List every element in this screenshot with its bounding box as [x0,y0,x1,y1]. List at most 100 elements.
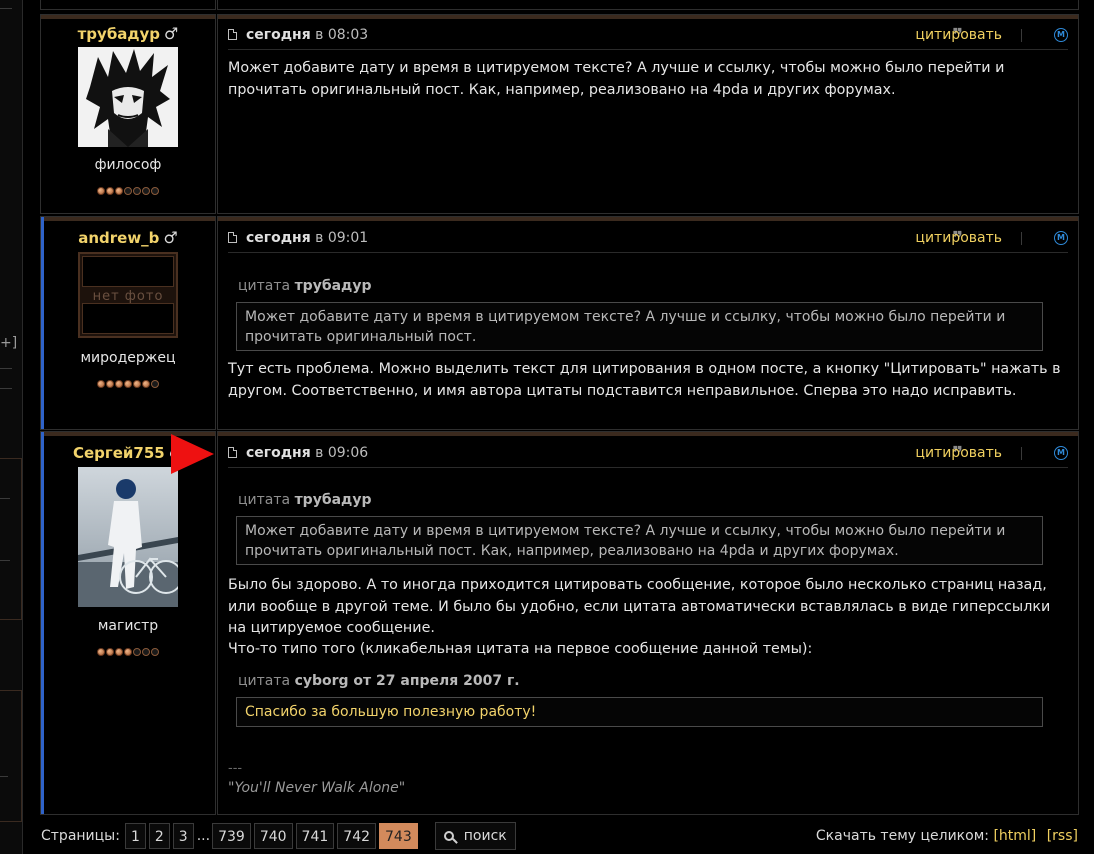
page-link-741[interactable]: 741 [295,823,335,849]
forum-post: andrew_b ♂ нет фото миродержец сегодня в … [40,216,1079,430]
quote-button[interactable]: цитировать [915,230,1002,246]
search-button[interactable]: поиск [434,822,516,850]
avatar[interactable] [78,47,178,147]
post-date-word: сегодня [246,230,311,246]
signature: "You'll Never Walk Alone" [228,780,406,796]
current-page: 743 [379,823,418,849]
rating-dot [106,648,114,656]
rating-dots [41,644,215,660]
no-photo-label: нет фото [92,289,164,304]
avatar-placeholder: нет фото [78,252,178,338]
quote-prefix: цитата [238,673,291,689]
search-label: поиск [463,828,507,844]
red-arrow-marker [171,434,214,474]
post-author-panel: трубадур ♂ философ [40,14,216,214]
rating-dot [124,648,132,656]
moderator-icon[interactable]: M [1054,446,1068,460]
rating-dot [124,187,132,195]
document-icon[interactable] [228,232,237,243]
post-body: сегодня в 09:06 ❞ цитировать M цитата тр… [217,431,1079,815]
rating-dot [142,648,150,656]
post-time: в 08:03 [315,27,369,43]
post-body: сегодня в 08:03 ❞ цитировать M Может доб… [217,14,1079,214]
sidebar-divider [0,8,12,9]
author-name-text: трубадур [77,25,161,43]
quote-button[interactable]: цитировать [915,445,1002,461]
page-link-2[interactable]: 2 [148,823,170,849]
rating-dot [142,187,150,195]
rating-dot [151,648,159,656]
post-time: в 09:01 [315,230,369,246]
author-rank: магистр [97,618,159,634]
quote-prefix: цитата [238,278,291,294]
post-text-continued: Что-то типо того (кликабельная цитата на… [228,641,813,657]
page-link-3[interactable]: 3 [172,823,194,849]
sidebar-divider [0,776,8,777]
page-link-740[interactable]: 740 [253,823,293,849]
quote-author: трубадур [294,278,372,294]
avatar[interactable] [78,467,178,607]
author-rank: философ [94,157,162,173]
quote-label[interactable]: цитата cyborg от 27 апреля 2007 г. [238,673,520,689]
post-date[interactable]: сегодня в 08:03 [246,27,368,43]
separator [1021,29,1022,42]
quote-button[interactable]: цитировать [915,27,1002,43]
sidebar-panel [0,458,22,620]
author-name[interactable]: трубадур ♂ [41,24,215,43]
sidebar-divider [0,368,12,369]
post-text: Может добавите дату и время в цитируемом… [228,60,1005,98]
download-html-link[interactable]: [html] [993,828,1036,844]
author-name-text: andrew_b [78,229,160,247]
rating-dot [106,187,114,195]
rating-dot [133,380,141,388]
rating-dot [97,187,105,195]
post-body: сегодня в 09:01 ❞ цитировать M цитата тр… [217,216,1079,430]
post-date[interactable]: сегодня в 09:06 [246,445,368,461]
moderator-icon[interactable]: M [1054,231,1068,245]
separator [1021,232,1022,245]
separator [1021,447,1022,460]
post-author-panel: andrew_b ♂ нет фото миродержец [40,216,216,430]
rating-dot [106,380,114,388]
moderator-icon[interactable]: M [1054,28,1068,42]
sidebar-expand-toggle[interactable]: +] [0,335,17,351]
page-link-1[interactable]: 1 [124,823,146,849]
quote-author-link[interactable]: cyborg от 27 апреля 2007 г. [295,673,520,689]
document-icon[interactable] [228,447,237,458]
post-header: сегодня в 08:03 ❞ цитировать M [228,23,1068,50]
quote-box: Может добавите дату и время в цитируемом… [236,516,1043,565]
signature-separator: --- [228,761,243,776]
post-author-panel: Сергей755 ♂ магистр [40,431,216,815]
post-header: сегодня в 09:01 ❞ цитировать M [228,226,1068,253]
rating-dot [115,648,123,656]
page-link-742[interactable]: 742 [337,823,377,849]
author-rank: миродержец [80,350,176,366]
download-rss-link[interactable]: [rss] [1047,828,1078,844]
sidebar-panel [0,690,22,822]
rating-dots [41,183,215,199]
rating-dot [115,380,123,388]
author-name[interactable]: andrew_b ♂ [41,228,215,247]
pagination-label: Страницы: [41,828,120,844]
rating-dot [97,380,105,388]
page-link-739[interactable]: 739 [212,823,251,849]
pagination: Страницы: 1 2 3 ... 739 740 741 742 743 … [41,822,516,850]
rating-dot [124,380,132,388]
male-gender-icon: ♂ [163,228,178,247]
post-date-word: сегодня [246,445,311,461]
document-icon[interactable] [228,29,237,40]
previous-post-remnant [40,0,1079,10]
download-topic: Скачать тему целиком: [html] [rss] [816,828,1078,844]
pagination-ellipsis: ... [196,828,211,844]
quote-label: цитата трубадур [238,278,372,294]
rating-dots [41,376,215,392]
post-text: Тут есть проблема. Можно выделить текст … [228,361,1061,399]
quote-prefix: цитата [238,492,291,508]
forum-post: трубадур ♂ философ сегодня в 08:03 ❞ цити… [40,14,1079,214]
rating-dot [133,187,141,195]
post-date[interactable]: сегодня в 09:01 [246,230,368,246]
rating-dot [133,648,141,656]
linked-quote-box[interactable]: Спасибо за большую полезную работу! [236,697,1043,727]
male-gender-icon: ♂ [164,24,179,43]
quote-box: Может добавите дату и время в цитируемом… [236,302,1043,351]
